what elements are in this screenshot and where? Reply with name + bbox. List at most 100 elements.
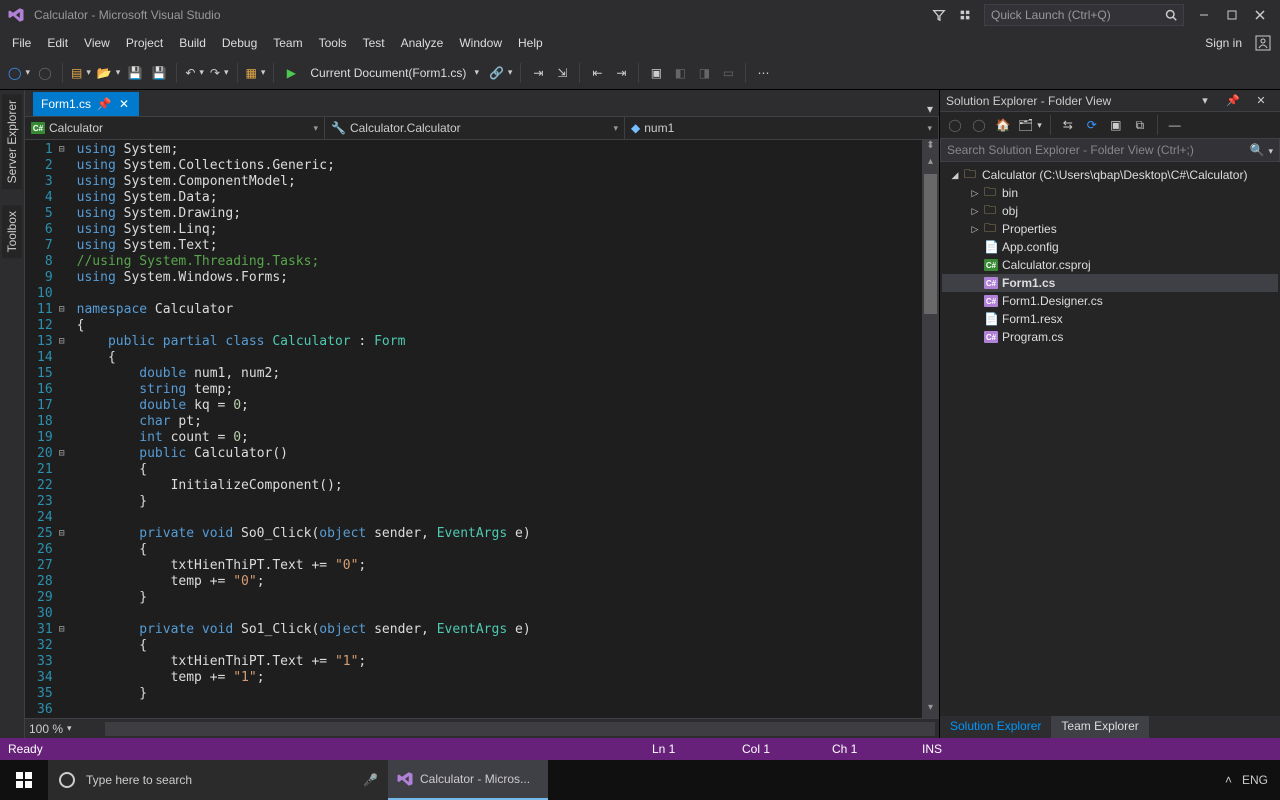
- code-text[interactable]: using System; using System.Collections.G…: [73, 140, 922, 718]
- toolbar-overflow-button[interactable]: ⋯: [752, 62, 774, 84]
- scroll-thumb[interactable]: [924, 174, 937, 314]
- solution-tree[interactable]: ◢ 🗀 Calculator (C:\Users\qbap\Desktop\C#…: [940, 162, 1280, 716]
- debug-target-dropdown[interactable]: Current Document(Form1.cs)▾: [304, 66, 485, 80]
- sln-home-button[interactable]: 🏠: [992, 114, 1014, 136]
- chevron-down-icon[interactable]: ◢: [950, 170, 960, 181]
- solution-explorer-title-bar[interactable]: Solution Explorer - Folder View ▾ 📌 ✕: [940, 90, 1280, 112]
- horizontal-scrollbar[interactable]: [105, 722, 935, 736]
- step-into-button[interactable]: ⇥: [527, 62, 549, 84]
- new-project-button[interactable]: ▤▾: [69, 62, 93, 84]
- split-icon[interactable]: ⬍: [922, 140, 939, 156]
- solution-config-button[interactable]: ▦▾: [244, 62, 268, 84]
- tab-solution-explorer[interactable]: Solution Explorer: [940, 716, 1051, 738]
- open-file-button[interactable]: 📂▾: [95, 62, 122, 84]
- zoom-level[interactable]: 100 %: [29, 722, 63, 736]
- menu-debug[interactable]: Debug: [214, 33, 265, 53]
- close-pane-icon[interactable]: ✕: [1250, 90, 1272, 112]
- sign-in-link[interactable]: Sign in: [1197, 33, 1250, 53]
- nav-namespace-dropdown[interactable]: C# Calculator ▾: [25, 117, 325, 139]
- class-icon: 🔧: [331, 121, 346, 135]
- filter-icon[interactable]: [928, 4, 950, 26]
- cortana-search[interactable]: Type here to search 🎤: [48, 760, 388, 800]
- maximize-button[interactable]: [1218, 4, 1246, 26]
- mic-icon[interactable]: 🎤: [363, 773, 378, 787]
- vs-icon: [396, 770, 414, 788]
- pin-icon[interactable]: 📌: [97, 97, 111, 111]
- account-icon[interactable]: [1252, 32, 1274, 54]
- code-editor[interactable]: 1 2 3 4 5 6 7 8 9 10 11 12 13 14 15 16 1…: [25, 140, 939, 718]
- menu-tools[interactable]: Tools: [311, 33, 355, 53]
- sln-back-button[interactable]: ◯: [944, 114, 966, 136]
- menu-file[interactable]: File: [4, 33, 39, 53]
- step-over-button[interactable]: ⇲: [551, 62, 573, 84]
- nav-class-dropdown[interactable]: 🔧 Calculator.Calculator ▾: [325, 117, 625, 139]
- window-position-icon[interactable]: ▾: [1194, 90, 1216, 112]
- save-all-button[interactable]: 💾: [148, 62, 170, 84]
- chevron-right-icon[interactable]: ▷: [970, 224, 980, 235]
- indent-decrease-button[interactable]: ⇤: [586, 62, 608, 84]
- tab-overflow-icon[interactable]: ▾: [921, 102, 939, 116]
- menu-build[interactable]: Build: [171, 33, 214, 53]
- document-tab-form1[interactable]: Form1.cs 📌 ✕: [33, 92, 139, 116]
- solution-explorer-title: Solution Explorer - Folder View: [946, 94, 1111, 108]
- sln-refresh-button[interactable]: ⟳: [1081, 114, 1103, 136]
- tree-file-appconfig[interactable]: 📄App.config: [942, 238, 1278, 256]
- taskbar-app-vs[interactable]: Calculator - Micros...: [388, 760, 548, 800]
- tab-team-explorer[interactable]: Team Explorer: [1051, 716, 1148, 738]
- tree-file-form1-designer[interactable]: C#Form1.Designer.cs: [942, 292, 1278, 310]
- sln-switch-view-button[interactable]: 🗂▾: [1016, 114, 1044, 136]
- start-debug-button[interactable]: ▶: [280, 62, 302, 84]
- nav-forward-button[interactable]: ◯: [34, 62, 56, 84]
- save-button[interactable]: 💾: [124, 62, 146, 84]
- menu-view[interactable]: View: [76, 33, 118, 53]
- menu-edit[interactable]: Edit: [39, 33, 76, 53]
- quick-launch-input[interactable]: Quick Launch (Ctrl+Q): [984, 4, 1184, 26]
- start-button[interactable]: [0, 760, 48, 800]
- tray-chevron-up-icon[interactable]: ˄: [1225, 773, 1232, 787]
- chevron-right-icon[interactable]: ▷: [970, 206, 980, 217]
- bookmark-next-button[interactable]: ◧: [669, 62, 691, 84]
- tree-file-program-cs[interactable]: C#Program.cs: [942, 328, 1278, 346]
- tree-folder-bin[interactable]: ▷🗀bin: [942, 184, 1278, 202]
- tree-file-form1-resx[interactable]: 📄Form1.resx: [942, 310, 1278, 328]
- close-tab-icon[interactable]: ✕: [117, 97, 131, 111]
- minimize-button[interactable]: [1190, 4, 1218, 26]
- undo-button[interactable]: ↶▾: [183, 62, 206, 84]
- vertical-scrollbar[interactable]: ⬍ ▴ ▾: [922, 140, 939, 718]
- nav-back-button[interactable]: ◯▾: [6, 62, 32, 84]
- sln-collapse-button[interactable]: ▣: [1105, 114, 1127, 136]
- sln-showall-button[interactable]: ⧉: [1129, 114, 1151, 136]
- comment-button[interactable]: ▣: [645, 62, 667, 84]
- status-ch: Ch 1: [832, 742, 922, 756]
- menu-team[interactable]: Team: [265, 33, 310, 53]
- menu-help[interactable]: Help: [510, 33, 551, 53]
- toolbox-tab[interactable]: Toolbox: [2, 205, 22, 258]
- menu-project[interactable]: Project: [118, 33, 171, 53]
- tree-file-form1-cs[interactable]: C#Form1.cs: [942, 274, 1278, 292]
- close-button[interactable]: [1246, 4, 1274, 26]
- tree-folder-properties[interactable]: ▷🗀Properties: [942, 220, 1278, 238]
- tray-language[interactable]: ENG: [1242, 773, 1268, 787]
- solution-explorer-search[interactable]: Search Solution Explorer - Folder View (…: [940, 138, 1280, 162]
- server-explorer-tab[interactable]: Server Explorer: [2, 94, 22, 189]
- menu-analyze[interactable]: Analyze: [393, 33, 452, 53]
- sln-sync-button[interactable]: ⇆: [1057, 114, 1079, 136]
- notifications-icon[interactable]: [954, 4, 976, 26]
- menu-window[interactable]: Window: [451, 33, 510, 53]
- indent-increase-button[interactable]: ⇥: [610, 62, 632, 84]
- bookmark-prev-button[interactable]: ◨: [693, 62, 715, 84]
- tree-folder-obj[interactable]: ▷🗀obj: [942, 202, 1278, 220]
- nav-member-dropdown[interactable]: ◆ num1 ▾: [625, 117, 939, 139]
- autohide-icon[interactable]: 📌: [1222, 90, 1244, 112]
- tree-root[interactable]: ◢ 🗀 Calculator (C:\Users\qbap\Desktop\C#…: [942, 166, 1278, 184]
- fold-gutter[interactable]: ⊟ ⊟ ⊟ ⊟ ⊟ ⊟: [59, 140, 73, 718]
- chevron-right-icon[interactable]: ▷: [970, 188, 980, 199]
- browser-link-button[interactable]: 🔗▾: [487, 62, 514, 84]
- zoom-dropdown-icon[interactable]: ▾: [67, 723, 72, 734]
- bookmark-clear-button[interactable]: ▭: [717, 62, 739, 84]
- menu-test[interactable]: Test: [355, 33, 393, 53]
- sln-properties-button[interactable]: —: [1164, 114, 1186, 136]
- sln-forward-button[interactable]: ◯: [968, 114, 990, 136]
- tree-file-csproj[interactable]: C#Calculator.csproj: [942, 256, 1278, 274]
- redo-button[interactable]: ↷▾: [208, 62, 231, 84]
